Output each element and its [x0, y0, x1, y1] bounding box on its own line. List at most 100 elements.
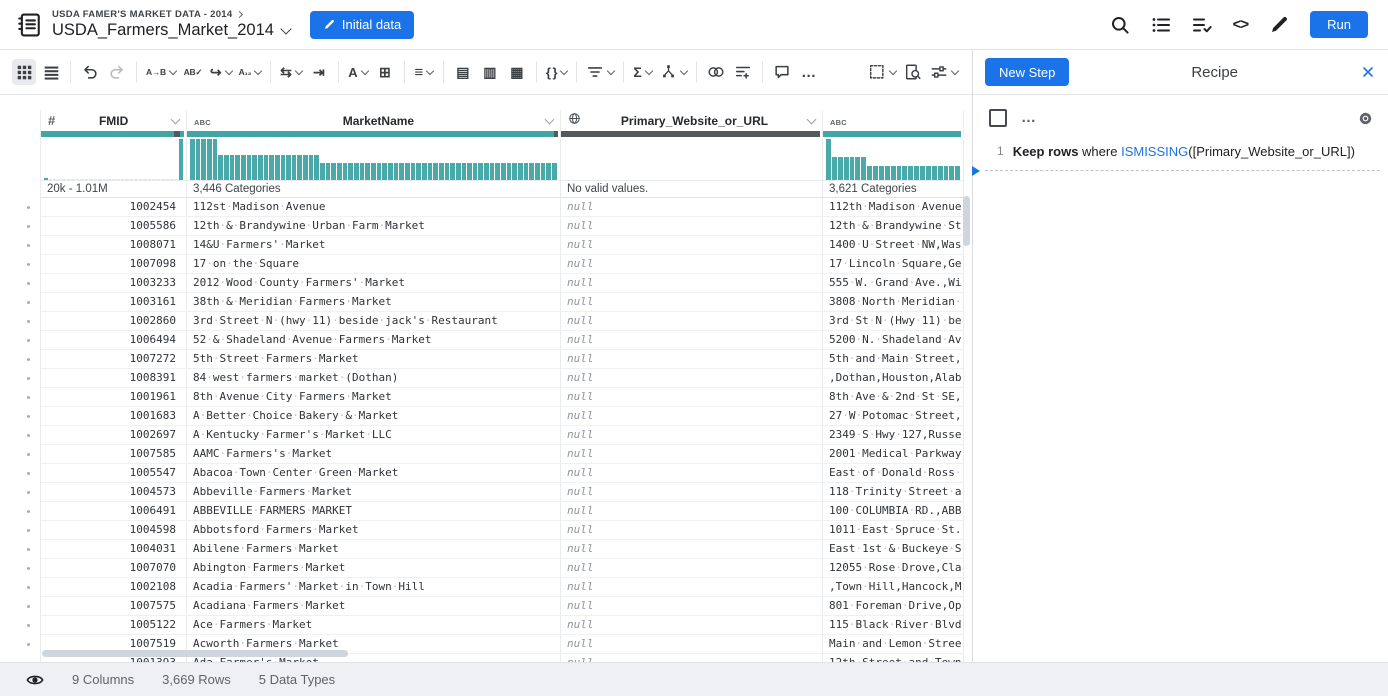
steps-list-icon[interactable]	[1151, 15, 1171, 35]
cell-website[interactable]: null	[561, 616, 823, 634]
rows-menu-button[interactable]: ≡	[412, 59, 436, 85]
horizontal-scrollbar[interactable]	[42, 650, 348, 657]
table-row[interactable]: 1003233 2012·Wood·County·Farmers'·Market…	[41, 274, 964, 293]
join-button[interactable]	[658, 59, 689, 85]
string-type-icon[interactable]: ABC	[194, 112, 211, 130]
gear-icon[interactable]	[1357, 110, 1374, 127]
cell-website[interactable]: null	[561, 635, 823, 653]
cell-fmid[interactable]: 1007575	[41, 597, 187, 615]
cell-website[interactable]: null	[561, 483, 823, 501]
cell-fmid[interactable]: 1007585	[41, 445, 187, 463]
cell-website[interactable]: null	[561, 464, 823, 482]
cell-address[interactable]: East·1st·&·Buckeye·S	[823, 540, 964, 558]
cell-marketname[interactable]: 17·on·the·Square	[187, 255, 561, 273]
cell-fmid[interactable]: 1007098	[41, 255, 187, 273]
list-check-icon[interactable]	[1192, 15, 1212, 35]
cell-address[interactable]: 12055·Rose·Drove,Cla	[823, 559, 964, 577]
cell-address[interactable]: 27·W·Potomac·Street,	[823, 407, 964, 425]
title-chevron-down-icon[interactable]	[280, 23, 291, 34]
table-row[interactable]: 1001961 8th·Avenue·City·Farmers·Market n…	[41, 388, 964, 407]
quality-segment-valid[interactable]	[823, 131, 961, 137]
cell-marketname[interactable]: 2012·Wood·County·Farmers'·Market	[187, 274, 561, 292]
column-header-marketname[interactable]: ABC MarketName	[187, 110, 561, 131]
cell-website[interactable]: null	[561, 331, 823, 349]
cell-fmid[interactable]: 1007070	[41, 559, 187, 577]
pivot-columns-button[interactable]: ▥	[478, 59, 502, 85]
cell-website[interactable]: null	[561, 255, 823, 273]
recipe-step-1[interactable]: 1 Keep rows where ISMISSING([Primary_Web…	[973, 135, 1388, 168]
list-view-button[interactable]	[39, 59, 63, 85]
cell-marketname[interactable]: Abbotsford·Farmers·Market	[187, 521, 561, 539]
cell-website[interactable]: null	[561, 293, 823, 311]
cell-fmid[interactable]: 1008391	[41, 369, 187, 387]
table-row[interactable]: 1008071 14&U·Farmers'·Market null 1400·U…	[41, 236, 964, 255]
cell-website[interactable]: null	[561, 578, 823, 596]
case-transform-button[interactable]: A→B	[144, 59, 178, 85]
quality-bar[interactable]	[561, 131, 823, 137]
cell-address[interactable]: 3808·North·Meridian·	[823, 293, 964, 311]
new-step-button[interactable]: New Step	[985, 58, 1069, 86]
pivot-rows-button[interactable]: ▤	[451, 59, 475, 85]
cell-address[interactable]: 1011·East·Spruce·St.	[823, 521, 964, 539]
filter-button[interactable]	[584, 59, 616, 85]
column-header-address[interactable]: ABC	[823, 110, 964, 131]
cell-marketname[interactable]: 8th·Avenue·City·Farmers·Market	[187, 388, 561, 406]
cell-fmid[interactable]: 1004031	[41, 540, 187, 558]
sort-button[interactable]: A₁₂	[237, 59, 264, 85]
cell-address[interactable]: 5th·and·Main·Street,	[823, 350, 964, 368]
column-menu-chevron-icon[interactable]	[545, 114, 555, 124]
cell-address[interactable]: ,Town·Hill,Hancock,M	[823, 578, 964, 596]
select-columns-button[interactable]	[866, 59, 898, 85]
columns-count[interactable]: 9 Columns	[72, 672, 134, 687]
cell-fmid[interactable]: 1002108	[41, 578, 187, 596]
cell-fmid[interactable]: 1006494	[41, 331, 187, 349]
cell-marketname[interactable]: 38th·&·Meridian·Farmers·Market	[187, 293, 561, 311]
cell-address[interactable]: 100·COLUMBIA·RD.,ABB	[823, 502, 964, 520]
transpose-button[interactable]: ▦	[505, 59, 529, 85]
cell-fmid[interactable]: 1005122	[41, 616, 187, 634]
cell-website[interactable]: null	[561, 274, 823, 292]
cell-address[interactable]: 801·Foreman·Drive,Op	[823, 597, 964, 615]
cell-website[interactable]: null	[561, 521, 823, 539]
cell-address[interactable]: 2001·Medical·Parkway	[823, 445, 964, 463]
column-settings-button[interactable]	[928, 59, 960, 85]
cell-marketname[interactable]: ABBEVILLE·FARMERS·MARKET	[187, 502, 561, 520]
cell-address[interactable]: 12th·Street·and·Town	[823, 654, 964, 662]
quality-segment-missing[interactable]	[561, 131, 820, 137]
quality-segment-valid[interactable]	[41, 131, 174, 137]
cell-marketname[interactable]: 52·&·Shadeland·Avenue·Farmers·Market	[187, 331, 561, 349]
cell-address[interactable]: 17·Lincoln·Square,Ge	[823, 255, 964, 273]
cell-fmid[interactable]: 1005586	[41, 217, 187, 235]
cell-fmid[interactable]: 1006491	[41, 502, 187, 520]
cell-fmid[interactable]: 1001683	[41, 407, 187, 425]
quality-bar[interactable]	[823, 131, 964, 137]
column-header-website[interactable]: Primary_Website_or_URL	[561, 110, 823, 131]
table-row[interactable]: 1002108 Acadia·Farmers'·Market·in·Town·H…	[41, 578, 964, 597]
table-row[interactable]: 1007575 Acadiana·Farmers·Market null 801…	[41, 597, 964, 616]
cell-website[interactable]: null	[561, 426, 823, 444]
cell-website[interactable]: null	[561, 350, 823, 368]
cell-marketname[interactable]: Abacoa·Town·Center·Green·Market	[187, 464, 561, 482]
cell-website[interactable]: null	[561, 407, 823, 425]
table-row[interactable]: 1003161 38th·&·Meridian·Farmers·Market n…	[41, 293, 964, 312]
cell-fmid[interactable]: 1003233	[41, 274, 187, 292]
cell-fmid[interactable]: 1008071	[41, 236, 187, 254]
cell-marketname[interactable]: Abington·Farmers·Market	[187, 559, 561, 577]
grid-view-button[interactable]	[12, 59, 36, 85]
more-button[interactable]: …	[797, 59, 821, 85]
cell-website[interactable]: null	[561, 312, 823, 330]
cell-fmid[interactable]: 1004573	[41, 483, 187, 501]
undo-button[interactable]	[78, 59, 102, 85]
cell-marketname[interactable]: Abilene·Farmers·Market	[187, 540, 561, 558]
cell-marketname[interactable]: Acadiana·Farmers·Market	[187, 597, 561, 615]
cell-address[interactable]: East·of·Donald·Ross·	[823, 464, 964, 482]
cell-fmid[interactable]: 1005547	[41, 464, 187, 482]
split-button[interactable]: ⇆	[278, 59, 304, 85]
cell-fmid[interactable]: 1002860	[41, 312, 187, 330]
eyedropper-icon[interactable]	[1269, 15, 1289, 35]
table-row[interactable]: 1002860 3rd·Street·N·(hwy·11)·beside·jac…	[41, 312, 964, 331]
cell-marketname[interactable]: Acadia·Farmers'·Market·in·Town·Hill	[187, 578, 561, 596]
cell-website[interactable]: null	[561, 540, 823, 558]
text-format-button[interactable]: A	[346, 59, 370, 85]
cell-address[interactable]: 3rd·St·N·(Hwy·11)·be	[823, 312, 964, 330]
